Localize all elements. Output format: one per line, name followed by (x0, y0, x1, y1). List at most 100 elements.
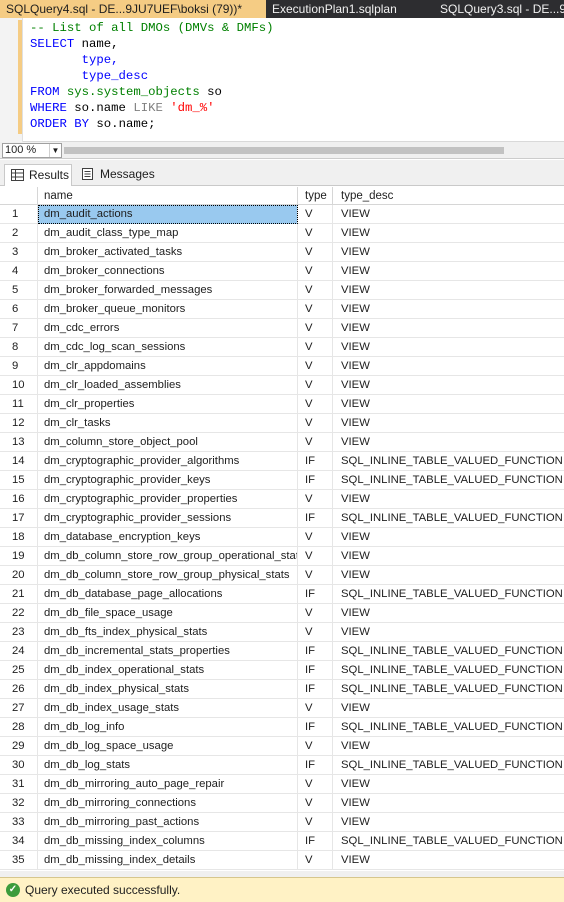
tab-messages[interactable]: Messages (76, 164, 155, 186)
type-desc-cell[interactable]: VIEW (333, 547, 564, 566)
name-cell[interactable]: dm_broker_activated_tasks (38, 243, 298, 262)
type-desc-cell[interactable]: VIEW (333, 395, 564, 414)
type-desc-cell[interactable]: VIEW (333, 623, 564, 642)
name-cell[interactable]: dm_db_database_page_allocations (38, 585, 298, 604)
table-row[interactable]: 19 dm_db_column_store_row_group_operation… (0, 547, 564, 566)
row-number-cell[interactable]: 29 (0, 737, 38, 756)
type-cell[interactable]: V (298, 433, 333, 452)
table-row[interactable]: 29 dm_db_log_space_usage V VIEW (0, 737, 564, 756)
type-desc-cell[interactable]: VIEW (333, 338, 564, 357)
row-number-cell[interactable]: 3 (0, 243, 38, 262)
row-number-cell[interactable]: 30 (0, 756, 38, 775)
name-cell[interactable]: dm_db_fts_index_physical_stats (38, 623, 298, 642)
name-cell[interactable]: dm_db_log_stats (38, 756, 298, 775)
table-row[interactable]: 35 dm_db_missing_index_details V VIEW (0, 851, 564, 870)
name-cell[interactable]: dm_clr_appdomains (38, 357, 298, 376)
table-row[interactable]: 7 dm_cdc_errors V VIEW (0, 319, 564, 338)
name-cell[interactable]: dm_db_log_space_usage (38, 737, 298, 756)
type-cell[interactable]: V (298, 604, 333, 623)
row-number-cell[interactable]: 6 (0, 300, 38, 319)
row-number-cell[interactable]: 21 (0, 585, 38, 604)
row-number-cell[interactable]: 14 (0, 452, 38, 471)
type-desc-cell[interactable]: VIEW (333, 205, 564, 224)
type-desc-cell[interactable]: VIEW (333, 851, 564, 870)
name-cell[interactable]: dm_clr_properties (38, 395, 298, 414)
tab-results[interactable]: Results (4, 164, 72, 186)
type-cell[interactable]: IF (298, 642, 333, 661)
table-row[interactable]: 31 dm_db_mirroring_auto_page_repair V VIEW (0, 775, 564, 794)
column-header-name[interactable]: name (38, 187, 298, 205)
type-cell[interactable]: V (298, 376, 333, 395)
name-cell[interactable]: dm_audit_actions (38, 205, 298, 224)
name-cell[interactable]: dm_clr_tasks (38, 414, 298, 433)
table-row[interactable]: 33 dm_db_mirroring_past_actions V VIEW (0, 813, 564, 832)
type-cell[interactable]: V (298, 338, 333, 357)
type-cell[interactable]: V (298, 775, 333, 794)
row-number-cell[interactable]: 10 (0, 376, 38, 395)
type-cell[interactable]: V (298, 414, 333, 433)
name-cell[interactable]: dm_column_store_object_pool (38, 433, 298, 452)
table-row[interactable]: 11 dm_clr_properties V VIEW (0, 395, 564, 414)
name-cell[interactable]: dm_cryptographic_provider_keys (38, 471, 298, 490)
type-desc-cell[interactable]: VIEW (333, 604, 564, 623)
table-row[interactable]: 34 dm_db_missing_index_columns IF SQL_INLIN… (0, 832, 564, 851)
type-desc-cell[interactable]: VIEW (333, 433, 564, 452)
type-desc-cell[interactable]: SQL_INLINE_TABLE_VALUED_FUNCTION (333, 471, 564, 490)
row-number-cell[interactable]: 31 (0, 775, 38, 794)
row-number-cell[interactable]: 17 (0, 509, 38, 528)
table-row[interactable]: 32 dm_db_mirroring_connections V VIEW (0, 794, 564, 813)
row-number-cell[interactable]: 26 (0, 680, 38, 699)
table-row[interactable]: 4 dm_broker_connections V VIEW (0, 262, 564, 281)
name-cell[interactable]: dm_db_index_physical_stats (38, 680, 298, 699)
type-desc-cell[interactable]: SQL_INLINE_TABLE_VALUED_FUNCTION (333, 832, 564, 851)
type-cell[interactable]: IF (298, 680, 333, 699)
type-desc-cell[interactable]: VIEW (333, 794, 564, 813)
name-cell[interactable]: dm_db_mirroring_connections (38, 794, 298, 813)
table-row[interactable]: 1 dm_audit_actions V VIEW (0, 205, 564, 224)
row-number-cell[interactable]: 24 (0, 642, 38, 661)
type-desc-cell[interactable]: VIEW (333, 262, 564, 281)
row-number-header[interactable] (0, 187, 38, 205)
row-number-cell[interactable]: 23 (0, 623, 38, 642)
type-desc-cell[interactable]: VIEW (333, 813, 564, 832)
row-number-cell[interactable]: 22 (0, 604, 38, 623)
type-desc-cell[interactable]: VIEW (333, 775, 564, 794)
type-cell[interactable]: IF (298, 756, 333, 775)
row-number-cell[interactable]: 11 (0, 395, 38, 414)
chevron-down-icon[interactable]: ▼ (49, 144, 61, 157)
name-cell[interactable]: dm_clr_loaded_assemblies (38, 376, 298, 395)
type-cell[interactable]: V (298, 205, 333, 224)
type-desc-cell[interactable]: VIEW (333, 737, 564, 756)
type-cell[interactable]: IF (298, 452, 333, 471)
type-cell[interactable]: IF (298, 471, 333, 490)
row-number-cell[interactable]: 15 (0, 471, 38, 490)
table-row[interactable]: 27 dm_db_index_usage_stats V VIEW (0, 699, 564, 718)
type-cell[interactable]: V (298, 699, 333, 718)
name-cell[interactable]: dm_audit_class_type_map (38, 224, 298, 243)
table-row[interactable]: 5 dm_broker_forwarded_messages V VIEW (0, 281, 564, 300)
name-cell[interactable]: dm_broker_forwarded_messages (38, 281, 298, 300)
row-number-cell[interactable]: 34 (0, 832, 38, 851)
name-cell[interactable]: dm_broker_queue_monitors (38, 300, 298, 319)
type-cell[interactable]: V (298, 623, 333, 642)
scrollbar-thumb[interactable] (64, 147, 504, 154)
name-cell[interactable]: dm_cdc_errors (38, 319, 298, 338)
type-desc-cell[interactable]: VIEW (333, 699, 564, 718)
type-cell[interactable]: IF (298, 661, 333, 680)
type-desc-cell[interactable]: VIEW (333, 357, 564, 376)
type-desc-cell[interactable]: SQL_INLINE_TABLE_VALUED_FUNCTION (333, 452, 564, 471)
table-row[interactable]: 17 dm_cryptographic_provider_sessions IF SQ… (0, 509, 564, 528)
table-row[interactable]: 16 dm_cryptographic_provider_properties V V… (0, 490, 564, 509)
type-desc-cell[interactable]: SQL_INLINE_TABLE_VALUED_FUNCTION (333, 585, 564, 604)
type-desc-cell[interactable]: VIEW (333, 528, 564, 547)
row-number-cell[interactable]: 20 (0, 566, 38, 585)
row-number-cell[interactable]: 33 (0, 813, 38, 832)
name-cell[interactable]: dm_db_missing_index_columns (38, 832, 298, 851)
row-number-cell[interactable]: 4 (0, 262, 38, 281)
row-number-cell[interactable]: 7 (0, 319, 38, 338)
type-cell[interactable]: V (298, 794, 333, 813)
type-cell[interactable]: V (298, 319, 333, 338)
name-cell[interactable]: dm_broker_connections (38, 262, 298, 281)
type-cell[interactable]: V (298, 737, 333, 756)
type-desc-cell[interactable]: VIEW (333, 566, 564, 585)
